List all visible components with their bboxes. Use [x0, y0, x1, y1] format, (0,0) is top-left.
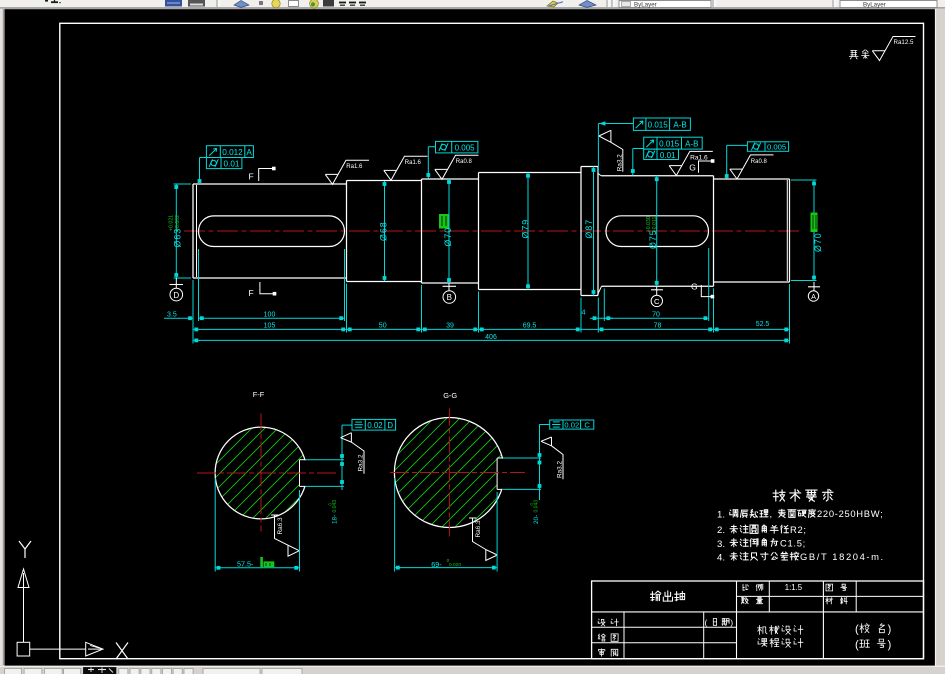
svg-text:GB/T 18204-m.: GB/T 18204-m.: [800, 551, 885, 562]
svg-text:2.: 2.: [717, 525, 725, 536]
svg-text:0.01: 0.01: [224, 160, 240, 169]
svg-text:4.: 4.: [717, 552, 725, 563]
svg-text:0.005: 0.005: [767, 142, 786, 151]
svg-text:Ra1.6: Ra1.6: [690, 154, 708, 161]
svg-text:Ra6.3: Ra6.3: [277, 517, 284, 534]
svg-text:0.043: 0.043: [534, 500, 540, 513]
svg-text:C1.5;: C1.5;: [780, 537, 806, 548]
svg-text:Ø63: Ø63: [172, 228, 182, 248]
svg-text:39: 39: [446, 323, 454, 330]
svg-text:): ): [730, 617, 733, 627]
svg-text:G: G: [691, 282, 698, 292]
svg-text:Ø87: Ø87: [584, 219, 594, 239]
svg-text:A: A: [246, 148, 252, 157]
svg-text:Ø70: Ø70: [813, 232, 823, 252]
svg-text:0.015: 0.015: [648, 120, 669, 129]
svg-text:F-F: F-F: [253, 390, 265, 399]
svg-text:B: B: [447, 293, 452, 302]
svg-text:G: G: [689, 163, 696, 173]
svg-text:): ): [888, 624, 892, 636]
svg-text:A-B: A-B: [685, 140, 698, 149]
svg-text:50: 50: [379, 323, 387, 330]
svg-text:0.02: 0.02: [564, 421, 579, 430]
svg-text:18-: 18-: [332, 515, 339, 524]
svg-text:A: A: [811, 292, 816, 301]
svg-text:Ra3.2: Ra3.2: [557, 461, 564, 478]
svg-text:Ra12.5: Ra12.5: [894, 39, 915, 46]
svg-text:ByLayer: ByLayer: [863, 1, 886, 8]
svg-text:(: (: [705, 617, 708, 627]
svg-text:1:1.5: 1:1.5: [785, 583, 803, 592]
svg-text:0.020: 0.020: [449, 562, 461, 568]
svg-text:52.5: 52.5: [756, 321, 770, 328]
svg-text:Ra1.6: Ra1.6: [405, 160, 422, 166]
svg-text:F: F: [249, 288, 254, 298]
svg-text:D: D: [387, 421, 393, 430]
svg-text:100: 100: [264, 311, 276, 318]
svg-text:Ra0.8: Ra0.8: [456, 159, 473, 165]
svg-text:,: ,: [770, 508, 773, 519]
svg-text:0.043: 0.043: [332, 500, 338, 513]
svg-text:G-G: G-G: [443, 391, 457, 400]
svg-text:(: (: [855, 639, 859, 651]
svg-text:ByLayer: ByLayer: [634, 1, 657, 8]
svg-text:Ra3.2: Ra3.2: [617, 154, 624, 171]
svg-text:D: D: [173, 291, 179, 300]
svg-text:Ra3.2: Ra3.2: [358, 454, 365, 471]
svg-text:C: C: [584, 421, 590, 430]
svg-text:Ra6.3: Ra6.3: [475, 520, 482, 537]
svg-text:3.: 3.: [717, 539, 725, 550]
svg-text:105: 105: [264, 323, 276, 330]
svg-text:220-250HBW;: 220-250HBW;: [817, 508, 883, 519]
svg-text:78: 78: [654, 323, 662, 330]
svg-text:Ra0.8: Ra0.8: [751, 159, 768, 165]
svg-text:C: C: [654, 297, 660, 306]
svg-text:Ø79: Ø79: [520, 219, 530, 239]
svg-text:R2;: R2;: [790, 524, 807, 535]
svg-text:0.02: 0.02: [367, 421, 382, 430]
svg-text:70: 70: [652, 312, 660, 319]
svg-text:Ø75: Ø75: [648, 229, 658, 249]
svg-text:1.: 1.: [717, 510, 725, 521]
svg-text:0.005: 0.005: [455, 143, 476, 152]
svg-text:406: 406: [485, 334, 497, 341]
svg-text:): ): [888, 639, 892, 651]
svg-text:69.5: 69.5: [523, 323, 537, 330]
svg-text:3.5: 3.5: [167, 311, 177, 318]
svg-text:69-: 69-: [431, 560, 442, 569]
svg-text:Ø68: Ø68: [379, 221, 389, 241]
svg-text:20-: 20-: [533, 515, 540, 524]
svg-text:0.012: 0.012: [222, 148, 243, 157]
svg-text:F: F: [249, 172, 254, 182]
svg-text:57.5-: 57.5-: [237, 560, 254, 569]
svg-text:4: 4: [582, 308, 586, 317]
svg-text:Ra1.6: Ra1.6: [346, 164, 363, 170]
svg-text:0.015: 0.015: [659, 140, 680, 149]
svg-text:A-B: A-B: [673, 120, 686, 129]
svg-text:0.01: 0.01: [660, 151, 676, 160]
svg-text:Ø70: Ø70: [443, 227, 453, 247]
svg-text:(: (: [855, 624, 859, 636]
